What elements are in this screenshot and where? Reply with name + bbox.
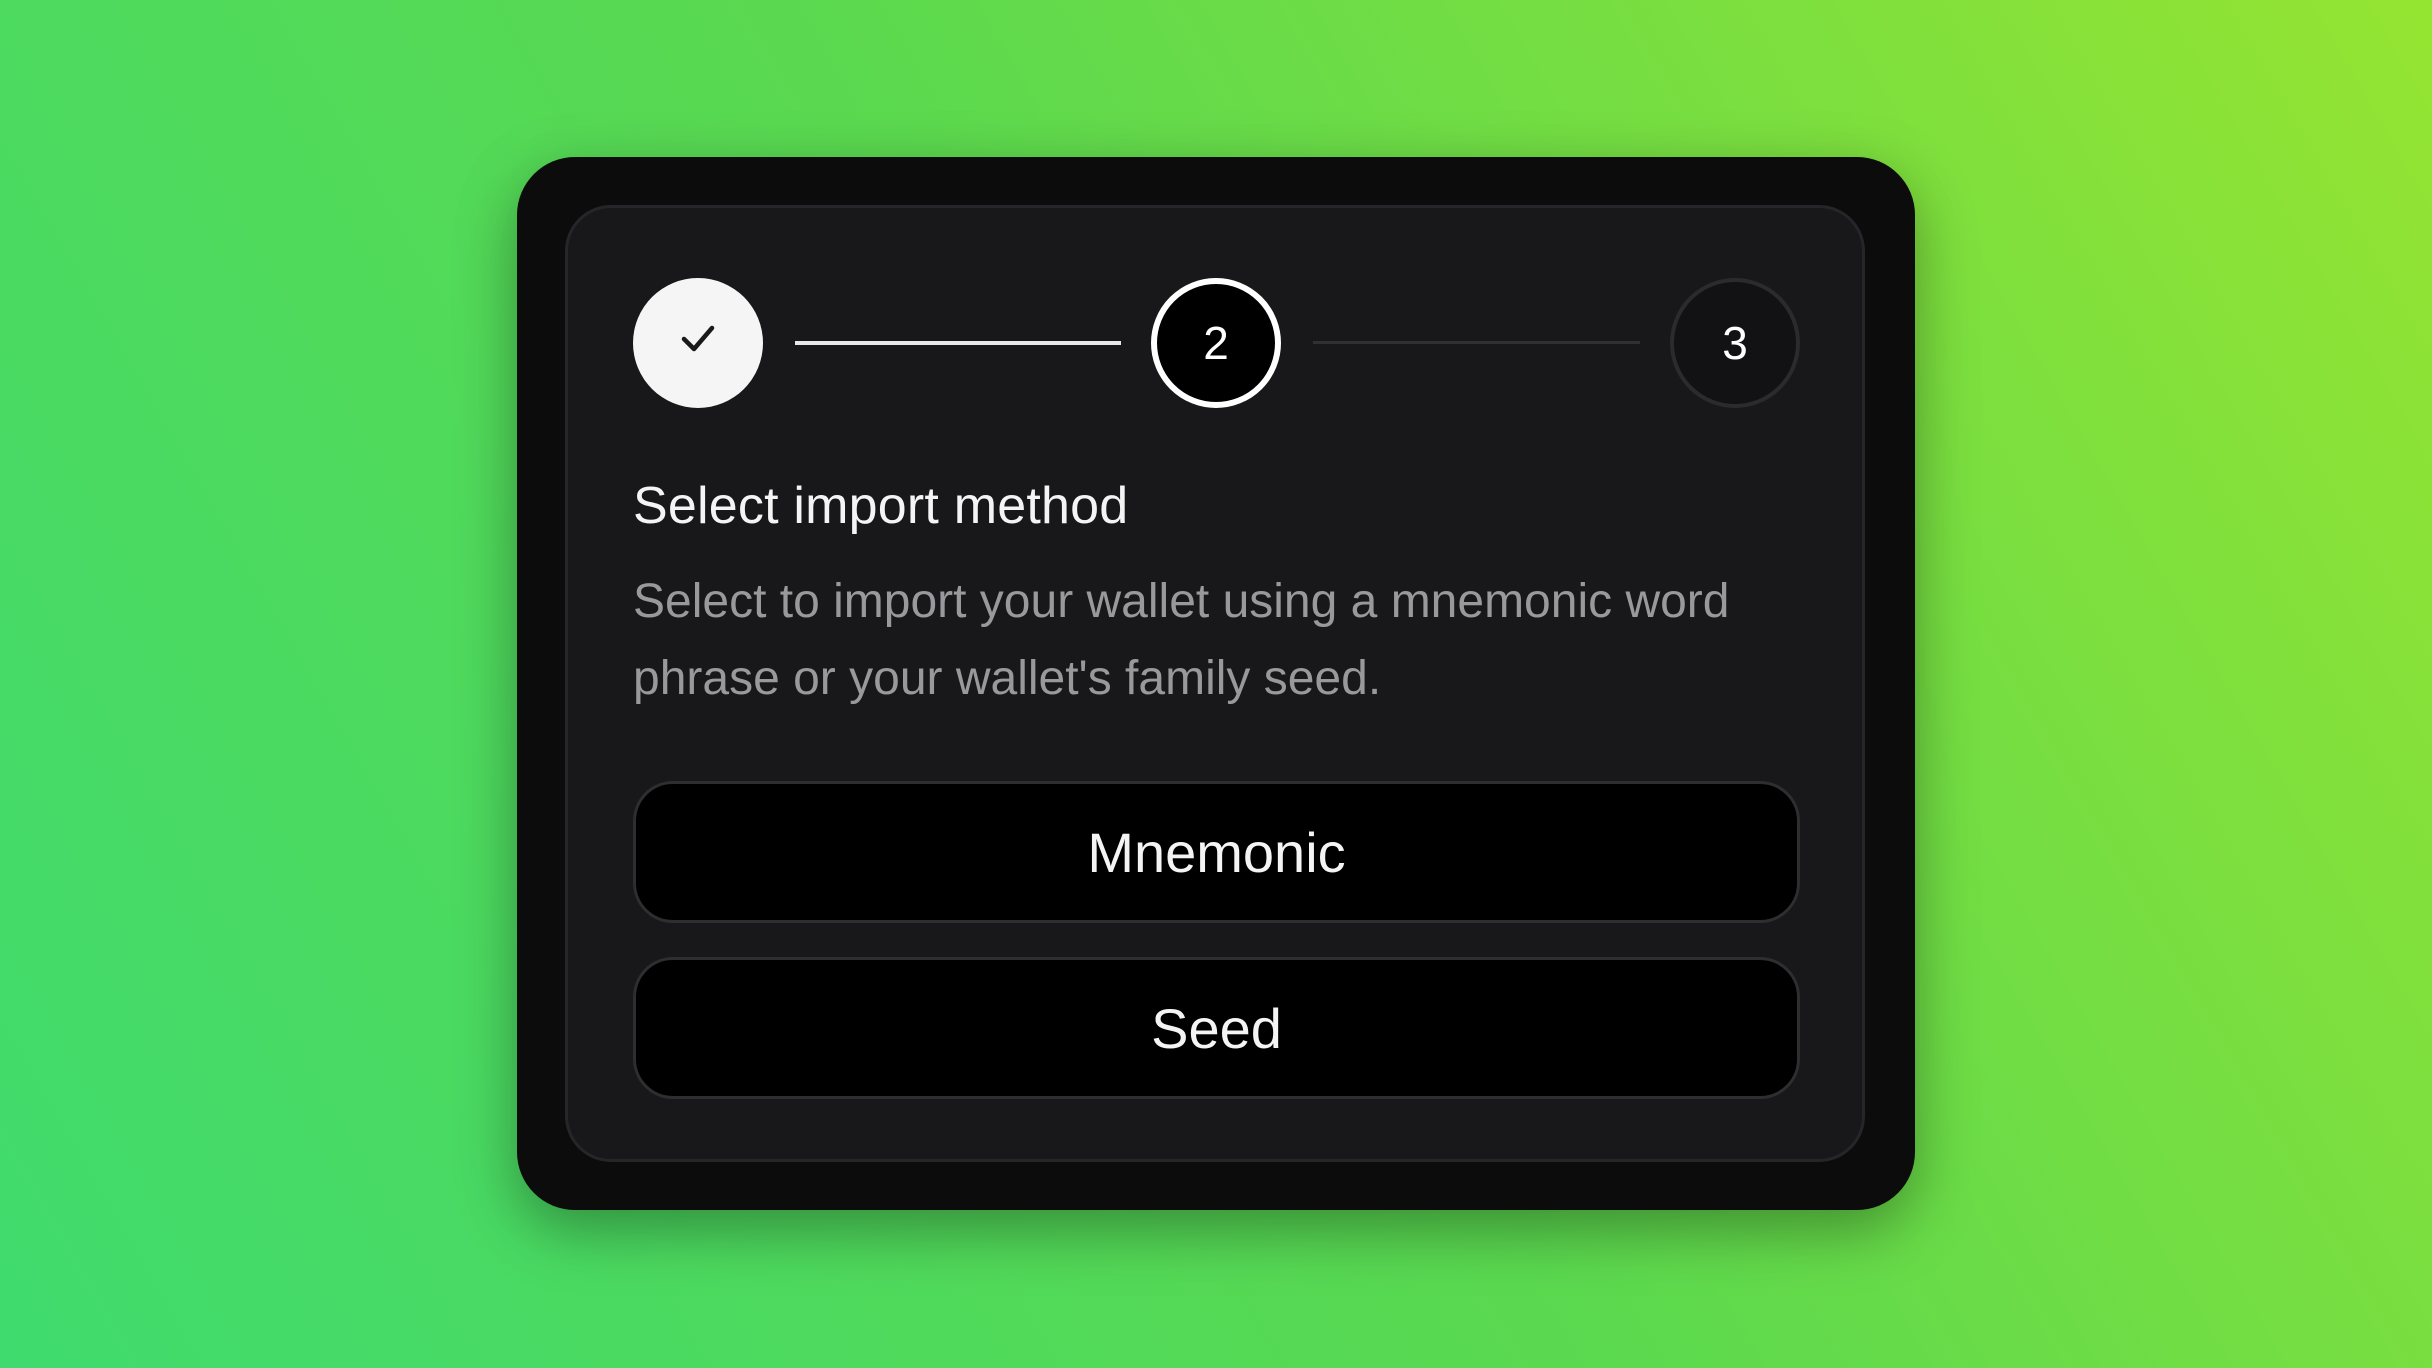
import-wallet-card: 2 3 Select import method Select to impor… xyxy=(517,157,1915,1210)
mnemonic-button-label: Mnemonic xyxy=(1087,820,1346,884)
check-icon xyxy=(674,314,722,373)
seed-button-label: Seed xyxy=(1151,996,1282,1060)
mnemonic-button[interactable]: Mnemonic xyxy=(633,781,1800,923)
import-method-panel: 2 3 Select import method Select to impor… xyxy=(565,205,1865,1162)
step-2-number: 2 xyxy=(1203,317,1229,369)
page-title: Select import method xyxy=(633,477,1129,535)
step-1-completed xyxy=(633,278,763,408)
page-description: Select to import your wallet using a mne… xyxy=(633,575,1730,705)
step-3-number: 3 xyxy=(1722,317,1748,369)
step-connector-pending xyxy=(1313,341,1640,344)
step-2-current: 2 xyxy=(1151,278,1281,408)
seed-button[interactable]: Seed xyxy=(633,957,1800,1099)
step-3-upcoming: 3 xyxy=(1670,278,1800,408)
progress-stepper: 2 3 xyxy=(633,278,1800,408)
step-connector-complete xyxy=(795,341,1121,345)
